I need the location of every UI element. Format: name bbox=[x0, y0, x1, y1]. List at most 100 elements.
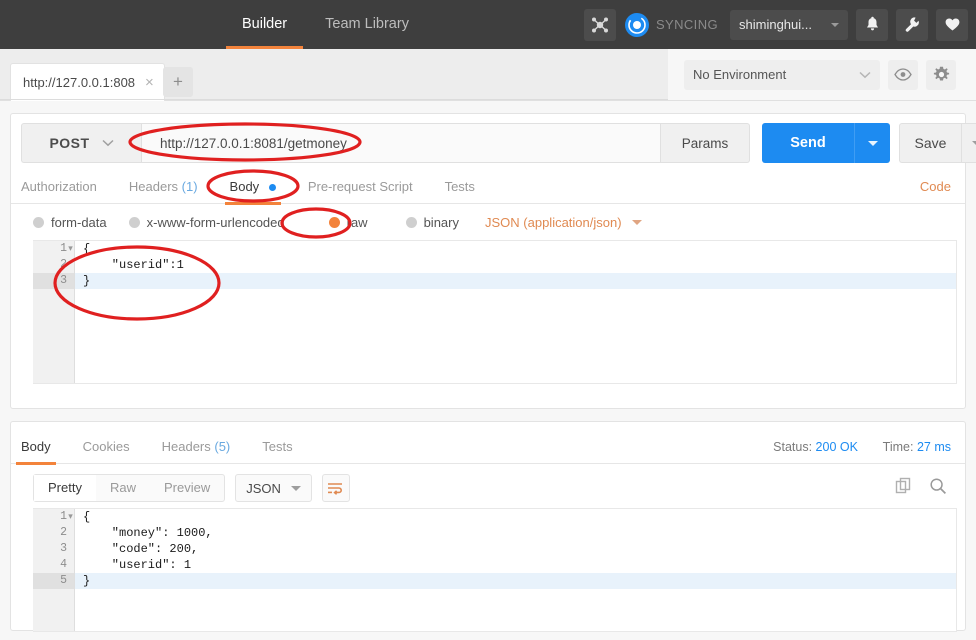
request-editor-code[interactable]: { "userid":1 } bbox=[75, 241, 956, 383]
body-type-urlencoded[interactable]: x-www-form-urlencoded bbox=[129, 215, 285, 230]
http-method-value: POST bbox=[49, 135, 89, 151]
response-format-select[interactable]: JSON bbox=[235, 474, 312, 502]
environment-bar: No Environment bbox=[668, 49, 976, 101]
bell-icon[interactable] bbox=[856, 9, 888, 41]
chevron-down-icon bbox=[632, 220, 642, 225]
time-label: Time: bbox=[883, 440, 914, 454]
tab-label: Cookies bbox=[83, 439, 130, 454]
code-line: "userid":1 bbox=[75, 257, 956, 273]
sync-label: SYNCING bbox=[656, 17, 718, 32]
option-label: x-www-form-urlencoded bbox=[147, 215, 285, 230]
code-line: { bbox=[75, 509, 956, 525]
sync-status[interactable]: SYNCING bbox=[624, 12, 718, 38]
interceptor-icon[interactable] bbox=[584, 9, 616, 41]
response-editor-code[interactable]: { "money": 1000, "code": 200, "userid": … bbox=[75, 509, 956, 631]
line-number: 3 bbox=[33, 273, 74, 289]
send-button[interactable]: Send bbox=[762, 123, 854, 163]
request-tab-pre-request-script[interactable]: Pre-request Script bbox=[308, 172, 413, 204]
word-wrap-icon[interactable] bbox=[322, 474, 350, 502]
response-tab-headers[interactable]: Headers (5) bbox=[162, 432, 231, 464]
body-type-binary[interactable]: binary bbox=[406, 215, 459, 230]
fold-icon[interactable]: ▾ bbox=[66, 509, 75, 525]
nav-tab-team-library[interactable]: Team Library bbox=[323, 0, 411, 49]
chevron-down-icon bbox=[102, 134, 114, 152]
tab-count: (1) bbox=[182, 179, 198, 194]
url-input[interactable]: http://127.0.0.1:8081/getmoney bbox=[141, 123, 661, 163]
view-mode-raw[interactable]: Raw bbox=[96, 475, 150, 501]
request-tab-strip: http://127.0.0.1:808 × + bbox=[0, 49, 668, 101]
line-number: 3 bbox=[33, 541, 74, 557]
eye-icon[interactable] bbox=[888, 60, 918, 90]
response-body-editor[interactable]: 1▾ 2 3 4 5 { "money": 1000, "code": 200,… bbox=[33, 508, 957, 632]
response-tab-cookies[interactable]: Cookies bbox=[83, 432, 130, 464]
response-actions bbox=[895, 468, 947, 508]
header-right-controls: SYNCING shiminghui... bbox=[584, 0, 968, 49]
nav-tab-builder[interactable]: Builder bbox=[240, 0, 289, 49]
response-tab-body[interactable]: Body bbox=[21, 432, 51, 464]
option-label: form-data bbox=[51, 215, 107, 230]
main-nav: Builder Team Library bbox=[240, 0, 411, 49]
request-tab-tests[interactable]: Tests bbox=[445, 172, 475, 204]
option-label: binary bbox=[424, 215, 459, 230]
line-number: 2 bbox=[33, 525, 74, 541]
chevron-down-icon bbox=[868, 141, 878, 146]
body-type-form-data[interactable]: form-data bbox=[33, 215, 107, 230]
body-format-select[interactable]: JSON (application/json) bbox=[485, 215, 642, 230]
chevron-down-icon bbox=[972, 141, 976, 146]
url-row: POST http://127.0.0.1:8081/getmoney Para… bbox=[21, 123, 957, 163]
request-body-editor[interactable]: 1▾ 2 3 { "userid":1 } bbox=[33, 240, 957, 384]
environment-selected-value: No Environment bbox=[693, 67, 786, 82]
line-number: 1▾ bbox=[33, 241, 74, 257]
copy-icon[interactable] bbox=[895, 477, 913, 500]
request-panel: POST http://127.0.0.1:8081/getmoney Para… bbox=[10, 113, 966, 409]
option-label: raw bbox=[347, 215, 368, 230]
request-tab-body[interactable]: Body bbox=[230, 172, 276, 204]
response-section-tabs: Body Cookies Headers (5) Tests Status: 2… bbox=[11, 432, 965, 464]
send-options-button[interactable] bbox=[854, 123, 890, 163]
gear-icon[interactable] bbox=[926, 60, 956, 90]
fold-icon[interactable]: ▾ bbox=[66, 241, 75, 257]
status-value: 200 OK bbox=[816, 440, 858, 454]
body-type-options: form-data x-www-form-urlencoded raw bina… bbox=[11, 204, 965, 240]
heart-icon[interactable] bbox=[936, 9, 968, 41]
wrench-icon[interactable] bbox=[896, 9, 928, 41]
request-tab-authorization[interactable]: Authorization bbox=[21, 172, 97, 204]
chevron-down-icon bbox=[859, 67, 871, 82]
close-icon[interactable]: × bbox=[145, 75, 154, 90]
response-tab-tests[interactable]: Tests bbox=[262, 432, 292, 464]
radio-icon bbox=[406, 217, 417, 228]
tab-label: Authorization bbox=[21, 179, 97, 194]
view-mode-pretty[interactable]: Pretty bbox=[34, 475, 96, 501]
radio-icon bbox=[33, 217, 44, 228]
status-label: Status: bbox=[773, 440, 812, 454]
tab-label: Tests bbox=[262, 439, 292, 454]
tab-label: Body bbox=[230, 179, 260, 194]
http-method-select[interactable]: POST bbox=[21, 123, 141, 163]
body-type-raw[interactable]: raw bbox=[329, 215, 368, 230]
params-button[interactable]: Params bbox=[661, 123, 750, 163]
view-mode-preview[interactable]: Preview bbox=[150, 475, 224, 501]
save-button[interactable]: Save bbox=[899, 123, 961, 163]
code-link[interactable]: Code bbox=[920, 172, 951, 202]
save-options-button[interactable] bbox=[961, 123, 976, 163]
request-tab-label: http://127.0.0.1:808 bbox=[23, 75, 135, 90]
search-icon[interactable] bbox=[929, 477, 947, 500]
code-line: { bbox=[75, 241, 956, 257]
response-editor-gutter: 1▾ 2 3 4 5 bbox=[33, 509, 75, 631]
request-tab-headers[interactable]: Headers (1) bbox=[129, 172, 198, 204]
user-menu[interactable]: shiminghui... bbox=[730, 10, 848, 40]
response-meta: Status: 200 OK Time: 27 ms bbox=[773, 432, 951, 462]
response-format-value: JSON bbox=[246, 481, 281, 496]
sync-icon bbox=[624, 12, 650, 38]
response-panel: Body Cookies Headers (5) Tests Status: 2… bbox=[10, 421, 966, 631]
environment-select[interactable]: No Environment bbox=[684, 60, 880, 90]
time-value: 27 ms bbox=[917, 440, 951, 454]
postman-window: Builder Team Library bbox=[0, 0, 976, 640]
code-line: "userid": 1 bbox=[75, 557, 956, 573]
request-tab[interactable]: http://127.0.0.1:808 × bbox=[10, 63, 165, 101]
code-line: "code": 200, bbox=[75, 541, 956, 557]
new-tab-button[interactable]: + bbox=[163, 67, 193, 97]
url-value: http://127.0.0.1:8081/getmoney bbox=[160, 136, 347, 151]
chevron-down-icon bbox=[831, 23, 839, 27]
line-number: 2 bbox=[33, 257, 74, 273]
